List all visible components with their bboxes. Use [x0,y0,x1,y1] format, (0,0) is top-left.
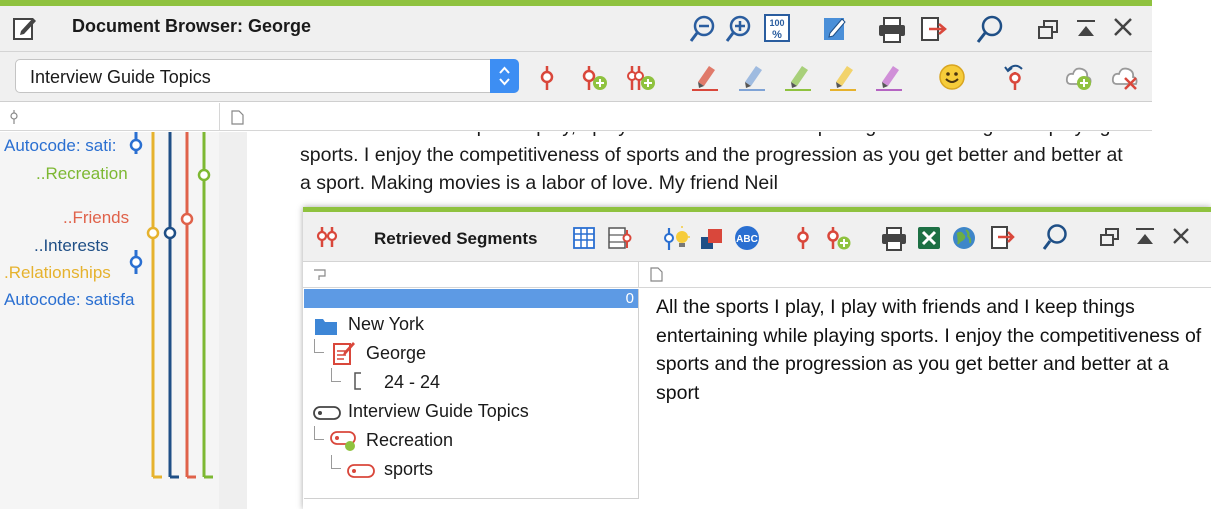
code-tag-icon [330,431,356,451]
text-column-icon [231,110,244,125]
code-stripes [129,132,213,479]
web-export-icon[interactable] [951,225,977,251]
tree-item-code[interactable]: Recreation [366,430,453,451]
close-icon[interactable] [1112,16,1134,38]
code-label-autocode-satisfaction[interactable]: Autocode: satisfa [4,290,142,310]
code-color-icon[interactable] [699,225,725,251]
column-divider[interactable] [638,262,639,288]
search-icon[interactable] [975,14,1005,46]
remove-code-icon[interactable] [1110,62,1140,92]
tree-item-document-set[interactable]: Interview Guide Topics [348,401,529,422]
segment-count: 0 [625,290,634,307]
code-label-recreation[interactable]: ..Recreation [36,164,128,184]
svg-text:ABC: ABC [736,234,758,245]
subcode-tag-icon [347,464,375,478]
collapse-icon[interactable] [1074,18,1098,40]
export-icon[interactable] [919,15,947,45]
tree-connector [314,339,324,353]
code-icon[interactable] [536,64,558,92]
print-icon[interactable] [877,16,907,44]
segment-origin-tree: 0 New York George 24 - 24 Interview Guid… [304,289,639,499]
code-label-autocode[interactable]: Autocode: sati: [4,136,122,156]
excel-icon[interactable] [916,225,942,251]
table-view-icon[interactable] [573,226,595,250]
highlighter-blue-icon[interactable] [737,62,767,92]
retrieved-segment-text[interactable]: All the sports I play, I play with frien… [656,293,1204,407]
emoticode-icon[interactable] [938,63,966,91]
segment-bracket-icon [354,372,361,390]
tree-connector [331,455,341,469]
document-browser-titlebar: Document Browser: George 100 % [0,6,1152,52]
dropdown-arrow-button[interactable] [490,59,519,93]
new-code-icon[interactable] [580,64,610,92]
window-restore-icon[interactable] [1099,227,1121,249]
zoom-100-icon[interactable]: 100 % [763,13,791,43]
paragraph-gutter [219,132,247,509]
document-text[interactable]: satisfaction. All the sports I play, I p… [300,132,1130,198]
tree-connector [314,426,324,440]
text-search-icon[interactable]: ABC [733,225,761,251]
origin-column-icon [314,269,326,280]
collapse-icon[interactable] [1134,227,1156,247]
document-set-icon [313,406,341,420]
code-stripes-column: Autocode: sati: ..Recreation ..Friends .… [0,132,246,509]
retrieved-segments-window: Retrieved Segments ABC 0 New York George… [303,207,1211,509]
highlighter-yellow-icon[interactable] [828,62,858,92]
svg-text:%: % [772,29,782,41]
new-subcode-icon[interactable] [625,64,657,92]
document-edit-icon[interactable] [12,14,38,42]
tree-connector [331,368,341,382]
highlighter-red-icon[interactable] [690,62,720,92]
column-divider[interactable] [219,103,220,131]
light-bulb-icon[interactable] [663,224,691,252]
code-label-relationships[interactable]: .Relationships [4,263,111,283]
code-column-icon [10,110,18,124]
edit-mode-icon[interactable] [822,14,848,44]
zoom-out-icon[interactable] [689,14,717,44]
code-label-interests[interactable]: ..Interests [34,236,109,256]
window-restore-icon[interactable] [1036,18,1060,42]
selected-segment-row[interactable]: 0 [304,289,638,308]
code-icon[interactable] [793,225,813,251]
document-browser-column-header [0,103,1152,131]
zoom-in-icon[interactable] [725,14,753,44]
folder-icon [315,319,337,335]
document-browser-toolbar: Interview Guide Topics [0,52,1152,102]
tree-item-segment-range[interactable]: 24 - 24 [384,372,440,393]
code-label-friends[interactable]: ..Friends [63,208,129,228]
tree-item-document[interactable]: George [366,343,426,364]
print-icon[interactable] [880,226,908,252]
code-matrix-icon[interactable] [608,226,634,250]
highlighter-green-icon[interactable] [783,62,813,92]
export-icon[interactable] [989,224,1015,252]
retrieved-segments-title: Retrieved Segments [374,229,538,248]
chevron-updown-icon [499,66,510,86]
svg-text:100: 100 [769,18,784,28]
retrieved-segments-icon [316,227,338,247]
new-code-icon[interactable] [825,225,853,251]
tree-item-subcode[interactable]: sports [384,459,433,480]
undo-code-icon[interactable] [1002,62,1028,92]
document-set-dropdown-value: Interview Guide Topics [30,67,211,87]
close-icon[interactable] [1171,226,1191,246]
retrieved-segments-titlebar: Retrieved Segments ABC [303,212,1211,262]
tree-item-document-group[interactable]: New York [348,314,424,335]
document-coded-icon [333,342,355,365]
document-set-dropdown[interactable]: Interview Guide Topics [15,59,519,93]
highlighter-purple-icon[interactable] [874,62,904,92]
cloud-code-icon[interactable] [1064,62,1094,92]
document-browser-title: Document Browser: George [72,16,312,36]
search-icon[interactable] [1041,223,1069,253]
segment-column-icon [650,267,663,282]
retrieved-segments-column-header [303,262,1211,288]
